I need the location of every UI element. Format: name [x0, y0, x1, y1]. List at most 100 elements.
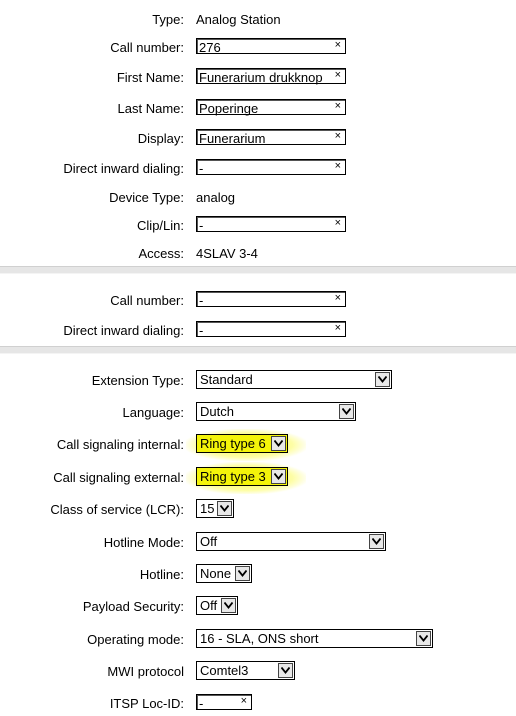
clear-icon[interactable]: ×	[335, 130, 341, 142]
call-number-input[interactable]: 276 ×	[196, 38, 346, 55]
clear-icon[interactable]: ×	[335, 292, 341, 304]
operating-mode-value: 16 - SLA, ONS short	[200, 631, 319, 646]
chevron-down-icon[interactable]	[217, 501, 232, 516]
last-name-input[interactable]: Poperinge ×	[196, 99, 346, 116]
row-operating-mode: Operating mode: 16 - SLA, ONS short	[0, 628, 516, 652]
cos-value: 15	[200, 501, 215, 516]
row-class-of-service: Class of service (LCR): 15	[0, 498, 516, 522]
row-display: Display: Funerarium ×	[0, 127, 516, 151]
clear-icon[interactable]: ×	[335, 39, 341, 51]
row-hotline-mode: Hotline Mode: Off	[0, 531, 516, 555]
extension-type-label: Extension Type:	[91, 373, 184, 388]
signal-external-select[interactable]: Ring type 3	[196, 467, 288, 486]
hotline-value: None	[200, 566, 232, 581]
row-call-number-2: Call number: - ×	[0, 289, 516, 313]
clear-icon[interactable]: ×	[335, 322, 341, 334]
clear-icon[interactable]: ×	[335, 69, 341, 81]
chevron-down-icon[interactable]	[339, 404, 354, 419]
mwi-select[interactable]: Comtel3	[196, 661, 295, 680]
extension-type-select[interactable]: Standard	[196, 370, 392, 389]
call-number-label: Call number:	[110, 293, 184, 308]
language-value: Dutch	[200, 404, 234, 419]
first-name-label: First Name:	[116, 70, 184, 85]
clear-icon[interactable]: ×	[335, 100, 341, 112]
call-number-value: 276	[199, 40, 221, 55]
hotline-select[interactable]: None	[196, 564, 252, 583]
chevron-down-icon[interactable]	[369, 534, 384, 549]
type-value: Analog Station	[196, 12, 281, 27]
clear-icon[interactable]: ×	[241, 695, 247, 707]
row-type: Type: Analog Station	[0, 8, 516, 32]
type-label: Type:	[152, 12, 184, 27]
last-name-label: Last Name:	[117, 101, 184, 116]
call-number-input[interactable]: - ×	[196, 291, 346, 308]
row-payload-security: Payload Security: Off	[0, 595, 516, 619]
row-first-name: First Name: Funerarium drukknop ×	[0, 66, 516, 90]
section-divider	[0, 266, 516, 274]
extension-type-value: Standard	[200, 372, 253, 387]
call-number-value: -	[199, 293, 204, 308]
clear-icon[interactable]: ×	[335, 217, 341, 229]
last-name-value: Poperinge	[199, 101, 259, 116]
payload-value: Off	[200, 598, 218, 613]
display-value: Funerarium	[199, 131, 266, 146]
clip-lin-value: -	[199, 218, 204, 233]
row-language: Language: Dutch	[0, 401, 516, 425]
chevron-down-icon[interactable]	[375, 372, 390, 387]
clip-lin-input[interactable]: - ×	[196, 216, 346, 233]
access-label: Access:	[138, 246, 184, 261]
access-value: 4SLAV 3-4	[196, 246, 258, 261]
first-name-input[interactable]: Funerarium drukknop ×	[196, 68, 346, 85]
signal-internal-value: Ring type 6	[200, 436, 266, 451]
did-value: -	[199, 161, 204, 176]
row-call-number: Call number: 276 ×	[0, 36, 516, 60]
call-number-label: Call number:	[110, 40, 184, 55]
language-select[interactable]: Dutch	[196, 402, 356, 421]
did-value: -	[199, 323, 204, 338]
signal-external-label: Call signaling external:	[53, 470, 184, 485]
clear-icon[interactable]: ×	[335, 160, 341, 172]
row-device-type: Device Type: analog	[0, 186, 516, 210]
first-name-value: Funerarium drukknop	[199, 70, 323, 85]
mwi-label: MWI protocol	[107, 664, 184, 679]
payload-label: Payload Security:	[82, 599, 184, 614]
hotline-label: Hotline:	[139, 567, 184, 582]
row-signal-internal: Call signaling internal: Ring type 6	[0, 429, 516, 461]
chevron-down-icon[interactable]	[271, 469, 286, 484]
display-input[interactable]: Funerarium ×	[196, 129, 346, 146]
did-label: Direct inward dialing:	[63, 323, 184, 338]
itsp-input[interactable]: - ×	[196, 694, 252, 711]
chevron-down-icon[interactable]	[416, 631, 431, 646]
signal-internal-label: Call signaling internal:	[56, 437, 184, 452]
chevron-down-icon[interactable]	[235, 566, 250, 581]
chevron-down-icon[interactable]	[278, 663, 293, 678]
row-did: Direct inward dialing: - ×	[0, 157, 516, 181]
row-mwi-protocol: MWI protocol Comtel3	[0, 660, 516, 684]
payload-select[interactable]: Off	[196, 596, 238, 615]
row-last-name: Last Name: Poperinge ×	[0, 97, 516, 121]
itsp-value: -	[199, 696, 204, 711]
row-itsp-loc-id: ITSP Loc-ID: - ×	[0, 692, 516, 716]
row-access: Access: 4SLAV 3-4	[0, 242, 516, 266]
hotline-mode-select[interactable]: Off	[196, 532, 386, 551]
row-hotline: Hotline: None	[0, 563, 516, 587]
signal-external-value: Ring type 3	[200, 469, 266, 484]
operating-mode-label: Operating mode:	[87, 632, 184, 647]
hotline-mode-label: Hotline Mode:	[103, 535, 184, 550]
did-label: Direct inward dialing:	[63, 161, 184, 176]
device-type-value: analog	[196, 190, 236, 205]
chevron-down-icon[interactable]	[271, 436, 286, 451]
row-clip-lin: Clip/Lin: - ×	[0, 214, 516, 238]
cos-select[interactable]: 15	[196, 499, 234, 518]
row-signal-external: Call signaling external: Ring type 3	[0, 462, 516, 494]
section-divider	[0, 346, 516, 354]
did-input[interactable]: - ×	[196, 159, 346, 176]
chevron-down-icon[interactable]	[221, 598, 236, 613]
language-label: Language:	[122, 405, 184, 420]
operating-mode-select[interactable]: 16 - SLA, ONS short	[196, 629, 433, 648]
did-input[interactable]: - ×	[196, 321, 346, 338]
signal-internal-select[interactable]: Ring type 6	[196, 434, 288, 453]
cos-label: Class of service (LCR):	[50, 502, 184, 517]
itsp-label: ITSP Loc-ID:	[109, 696, 184, 711]
display-label: Display:	[137, 131, 184, 146]
